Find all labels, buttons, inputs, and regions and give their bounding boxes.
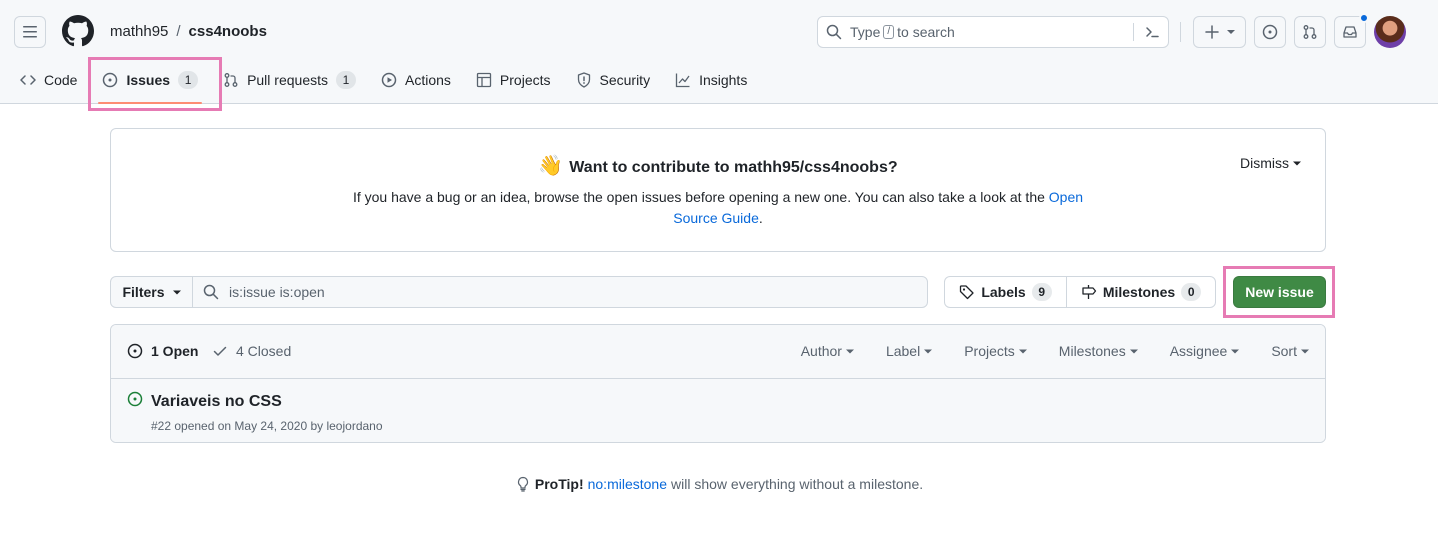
tab-issues[interactable]: Issues 1 bbox=[90, 64, 210, 104]
issues-list-header: 1 Open 4 Closed Author Label Projects Mi… bbox=[111, 325, 1325, 379]
app-header: mathh95 / css4noobs Type / to search Cod… bbox=[0, 0, 1438, 104]
caret-down-icon bbox=[845, 349, 854, 354]
tab-label: Projects bbox=[499, 72, 551, 88]
closed-issues-filter[interactable]: 4 Closed bbox=[212, 343, 291, 359]
github-logo-icon[interactable] bbox=[62, 15, 94, 47]
milestones-count-badge: 0 bbox=[1181, 283, 1202, 301]
issues-count-badge: 1 bbox=[178, 71, 199, 89]
caret-down-icon bbox=[1231, 349, 1240, 354]
new-issue-button[interactable]: New issue bbox=[1233, 276, 1326, 308]
selected-tab-underline bbox=[98, 102, 203, 104]
tab-label: Insights bbox=[699, 72, 748, 88]
header-divider bbox=[1180, 22, 1181, 42]
issue-opened-icon bbox=[127, 343, 143, 359]
milestones-button[interactable]: Milestones 0 bbox=[1066, 276, 1216, 308]
issue-sort-menus: Author Label Projects Milestones Assigne… bbox=[801, 343, 1309, 359]
chevron-down-icon bbox=[1226, 30, 1235, 34]
pull-requests-shortcut-button[interactable] bbox=[1294, 16, 1326, 48]
pull-requests-count-badge: 1 bbox=[336, 71, 356, 89]
repo-name-link[interactable]: css4noobs bbox=[189, 22, 267, 42]
search-icon bbox=[203, 284, 219, 300]
filters-dropdown-button[interactable]: Filters bbox=[110, 276, 193, 308]
caret-down-icon bbox=[1129, 349, 1138, 354]
issue-opened-icon bbox=[103, 72, 118, 88]
search-icon bbox=[826, 24, 842, 40]
command-palette-icon[interactable] bbox=[1144, 24, 1160, 40]
tab-code[interactable]: Code bbox=[8, 64, 89, 96]
banner-title: 👋 Want to contribute to mathh95/css4noobs… bbox=[538, 155, 898, 177]
issue-row[interactable]: Variaveis no CSS #22 opened on May 24, 2… bbox=[111, 379, 1325, 442]
repo-owner-link[interactable]: mathh95 bbox=[110, 22, 168, 42]
milestones-filter-dropdown[interactable]: Milestones bbox=[1059, 343, 1138, 359]
issues-icon bbox=[1262, 24, 1278, 40]
tab-label: Security bbox=[599, 72, 651, 88]
inbox-icon bbox=[1343, 26, 1357, 38]
banner-text: If you have a bug or an idea, browse the… bbox=[352, 189, 1084, 226]
label-filter-dropdown[interactable]: Label bbox=[886, 343, 933, 359]
tab-pull-requests[interactable]: Pull requests 1 bbox=[211, 64, 368, 96]
global-search-input[interactable]: Type / to search bbox=[817, 16, 1169, 48]
tab-label: Actions bbox=[405, 72, 451, 88]
pull-requests-icon bbox=[1303, 25, 1317, 39]
protip-label: ProTip! bbox=[534, 476, 584, 492]
search-divider bbox=[1133, 23, 1134, 41]
breadcrumb: mathh95 / css4noobs bbox=[110, 22, 267, 42]
labels-button[interactable]: Labels 9 bbox=[944, 276, 1067, 308]
tab-label: Pull requests bbox=[247, 72, 328, 88]
shield-icon bbox=[577, 72, 590, 88]
labels-count-badge: 9 bbox=[1031, 283, 1052, 301]
tab-label: Issues bbox=[126, 72, 171, 88]
caret-down-icon bbox=[1018, 349, 1027, 354]
git-pull-request-icon bbox=[224, 73, 238, 87]
protip-text: will show everything without a milestone… bbox=[671, 476, 924, 492]
issue-opened-icon bbox=[127, 391, 143, 407]
repo-nav: Code Issues 1 Pull requests 1 Actions Pr… bbox=[8, 64, 760, 104]
play-icon bbox=[381, 72, 397, 88]
contribute-banner: 👋 Want to contribute to mathh95/css4noobs… bbox=[110, 128, 1326, 252]
projects-filter-dropdown[interactable]: Projects bbox=[964, 343, 1027, 359]
caret-down-icon bbox=[172, 290, 181, 295]
graph-icon bbox=[675, 73, 690, 88]
breadcrumb-separator: / bbox=[176, 23, 181, 40]
milestone-icon bbox=[1082, 285, 1096, 299]
table-icon bbox=[476, 72, 492, 88]
no-milestone-link[interactable]: no:milestone bbox=[588, 476, 667, 492]
hamburger-icon bbox=[23, 26, 37, 38]
plus-icon bbox=[1204, 25, 1219, 39]
caret-down-icon bbox=[1293, 161, 1301, 166]
issue-title-link[interactable]: Variaveis no CSS bbox=[151, 390, 282, 414]
tab-security[interactable]: Security bbox=[564, 64, 663, 96]
author-filter-dropdown[interactable]: Author bbox=[801, 343, 854, 359]
issues-shortcut-button[interactable] bbox=[1254, 16, 1286, 48]
issue-meta: #22 opened on May 24, 2020 by leojordano bbox=[151, 419, 383, 433]
caret-down-icon bbox=[924, 349, 933, 354]
create-new-button[interactable] bbox=[1193, 16, 1246, 48]
user-avatar[interactable] bbox=[1374, 16, 1406, 48]
tab-label: Code bbox=[44, 72, 78, 88]
hamburger-menu-button[interactable] bbox=[14, 16, 46, 48]
tab-projects[interactable]: Projects bbox=[464, 64, 563, 96]
code-icon bbox=[20, 75, 36, 85]
open-issues-filter[interactable]: 1 Open bbox=[127, 343, 198, 359]
inbox-button[interactable] bbox=[1334, 13, 1369, 48]
protip: ProTip! no:milestone will show everythin… bbox=[0, 476, 1438, 492]
dismiss-button[interactable]: Dismiss bbox=[1240, 155, 1301, 171]
issues-list: 1 Open 4 Closed Author Label Projects Mi… bbox=[110, 324, 1326, 443]
tab-actions[interactable]: Actions bbox=[369, 64, 463, 96]
waving-hand-icon: 👋 bbox=[538, 155, 564, 177]
tag-icon bbox=[960, 285, 974, 300]
sort-dropdown[interactable]: Sort bbox=[1271, 343, 1309, 359]
search-query: is:issue is:open bbox=[229, 284, 325, 300]
tab-insights[interactable]: Insights bbox=[663, 64, 759, 96]
search-shortcut-key: / bbox=[883, 25, 895, 39]
check-icon bbox=[213, 346, 227, 356]
light-bulb-icon bbox=[517, 476, 528, 492]
assignee-filter-dropdown[interactable]: Assignee bbox=[1170, 343, 1240, 359]
caret-down-icon bbox=[1301, 349, 1309, 354]
issue-search-input[interactable]: is:issue is:open bbox=[192, 276, 928, 308]
notification-indicator bbox=[1359, 13, 1369, 23]
search-placeholder: Type / to search bbox=[850, 24, 955, 40]
